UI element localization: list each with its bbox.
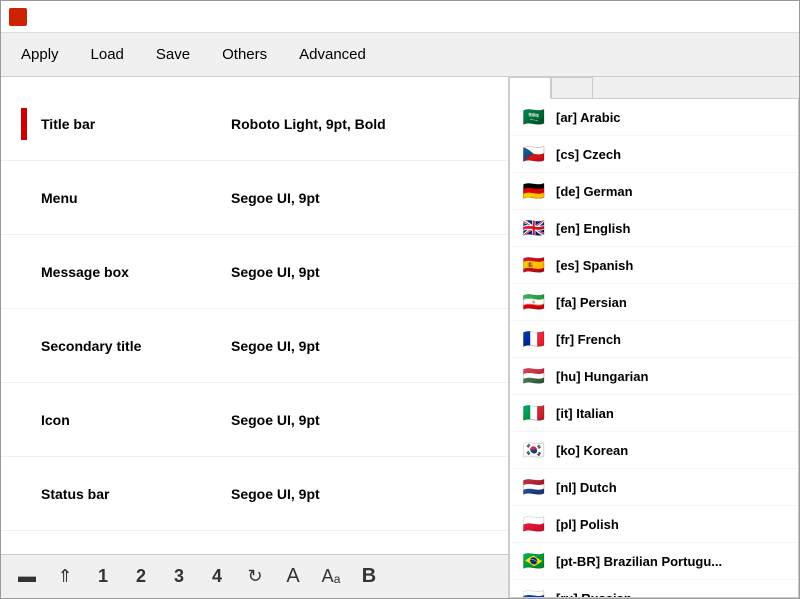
up-arrow-icon[interactable]: ⇑ [51,563,79,591]
font-value-status-bar: Segoe UI, 9pt [231,486,320,502]
close-button[interactable] [745,1,791,33]
lang-item-cs[interactable]: 🇨🇿 [cs] Czech [510,136,798,173]
lang-name-ko: [ko] Korean [556,443,628,458]
lang-item-it[interactable]: 🇮🇹 [it] Italian [510,395,798,432]
lang-name-ar: [ar] Arabic [556,110,621,125]
font-value-icon: Segoe UI, 9pt [231,412,320,428]
font-row-status-bar[interactable]: Status barSegoe UI, 9pt [1,457,508,531]
lang-item-pt-br[interactable]: 🇧🇷 [pt-BR] Brazilian Portugu... [510,543,798,580]
flag-hu: 🇭🇺 [522,367,546,385]
menu-item-apply[interactable]: Apply [5,38,75,71]
font-row-message-box[interactable]: Message boxSegoe UI, 9pt [1,235,508,309]
flag-fr: 🇫🇷 [522,330,546,348]
maximize-button[interactable] [699,1,745,33]
lang-item-nl[interactable]: 🇳🇱 [nl] Dutch [510,469,798,506]
app-icon [9,8,27,26]
font-name-status-bar: Status bar [41,486,231,502]
font-name-icon: Icon [41,412,231,428]
menu-bar: ApplyLoadSaveOthersAdvanced [1,33,799,77]
indicator-message-box [21,256,27,288]
font-row-secondary-title[interactable]: Secondary titleSegoe UI, 9pt [1,309,508,383]
flag-fa: 🇮🇷 [522,293,546,311]
lang-item-de[interactable]: 🇩🇪 [de] German [510,173,798,210]
indicator-icon [21,404,27,436]
flag-cs: 🇨🇿 [522,145,546,163]
font-value-message-box: Segoe UI, 9pt [231,264,320,280]
lang-name-fr: [fr] French [556,332,621,347]
lang-name-ru: [ru] Russian [556,591,632,599]
lang-item-ar[interactable]: 🇸🇦 [ar] Arabic [510,99,798,136]
lang-name-pt-br: [pt-BR] Brazilian Portugu... [556,554,722,569]
font-value-title-bar: Roboto Light, 9pt, Bold [231,116,386,132]
lang-item-ru[interactable]: 🇷🇺 [ru] Russian [510,580,798,598]
lang-name-de: [de] German [556,184,633,199]
lang-item-ko[interactable]: 🇰🇷 [ko] Korean [510,432,798,469]
num1-icon[interactable]: 1 [89,563,117,591]
num3-icon[interactable]: 3 [165,563,193,591]
font-name-title-bar: Title bar [41,116,231,132]
minimize-button[interactable] [653,1,699,33]
indicator-secondary-title [21,330,27,362]
lang-item-en[interactable]: 🇬🇧 [en] English [510,210,798,247]
lang-name-cs: [cs] Czech [556,147,621,162]
lang-item-hu[interactable]: 🇭🇺 [hu] Hungarian [510,358,798,395]
font-row-title-bar[interactable]: Title barRoboto Light, 9pt, Bold [1,87,508,161]
lang-name-es: [es] Spanish [556,258,633,273]
font-name-secondary-title: Secondary title [41,338,231,354]
right-tabs [509,77,799,99]
font-name-menu: Menu [41,190,231,206]
lang-item-fa[interactable]: 🇮🇷 [fa] Persian [510,284,798,321]
app-window: ApplyLoadSaveOthersAdvanced Title barRob… [0,0,800,599]
flag-ru: 🇷🇺 [522,589,546,598]
font-value-menu: Segoe UI, 9pt [231,190,320,206]
lang-name-en: [en] English [556,221,630,236]
lang-name-pl: [pl] Polish [556,517,619,532]
font-aa-icon[interactable]: Aₐ [317,563,345,591]
indicator-menu [21,182,27,214]
indicator-status-bar [21,478,27,510]
tab-languages[interactable] [509,77,551,99]
left-panel: Title barRoboto Light, 9pt, BoldMenuSego… [1,77,509,598]
flag-pl: 🇵🇱 [522,515,546,533]
menu-item-advanced[interactable]: Advanced [283,38,382,71]
flag-it: 🇮🇹 [522,404,546,422]
font-name-message-box: Message box [41,264,231,280]
title-bar [1,1,799,33]
flag-ko: 🇰🇷 [522,441,546,459]
flag-pt-br: 🇧🇷 [522,552,546,570]
font-row-menu[interactable]: MenuSegoe UI, 9pt [1,161,508,235]
font-value-secondary-title: Segoe UI, 9pt [231,338,320,354]
num4-icon[interactable]: 4 [203,563,231,591]
indicator-title-bar [21,108,27,140]
language-list: 🇸🇦 [ar] Arabic 🇨🇿 [cs] Czech 🇩🇪 [de] German 🇬🇧… [509,99,799,598]
menu-item-others[interactable]: Others [206,38,283,71]
flag-de: 🇩🇪 [522,182,546,200]
lang-item-fr[interactable]: 🇫🇷 [fr] French [510,321,798,358]
font-bold-icon[interactable]: B [355,563,383,591]
window-controls [653,1,791,33]
bottom-toolbar: ▬ ⇑ 1 2 3 4 ↻ A Aₐ B [1,554,508,598]
cursor-icon[interactable]: ▬ [13,563,41,591]
flag-ar: 🇸🇦 [522,108,546,126]
lang-name-hu: [hu] Hungarian [556,369,648,384]
lang-name-fa: [fa] Persian [556,295,627,310]
menu-item-save[interactable]: Save [140,38,206,71]
content-area: Title barRoboto Light, 9pt, BoldMenuSego… [1,77,799,598]
lang-name-nl: [nl] Dutch [556,480,617,495]
tab-about[interactable] [551,77,593,98]
flag-en: 🇬🇧 [522,219,546,237]
lang-item-pl[interactable]: 🇵🇱 [pl] Polish [510,506,798,543]
menu-item-load[interactable]: Load [75,38,140,71]
font-rows-container: Title barRoboto Light, 9pt, BoldMenuSego… [1,77,508,554]
flag-nl: 🇳🇱 [522,478,546,496]
font-a-icon[interactable]: A [279,563,307,591]
font-row-icon[interactable]: IconSegoe UI, 9pt [1,383,508,457]
right-panel: 🇸🇦 [ar] Arabic 🇨🇿 [cs] Czech 🇩🇪 [de] German 🇬🇧… [509,77,799,598]
refresh-icon[interactable]: ↻ [241,563,269,591]
num2-icon[interactable]: 2 [127,563,155,591]
flag-es: 🇪🇸 [522,256,546,274]
lang-name-it: [it] Italian [556,406,614,421]
lang-item-es[interactable]: 🇪🇸 [es] Spanish [510,247,798,284]
